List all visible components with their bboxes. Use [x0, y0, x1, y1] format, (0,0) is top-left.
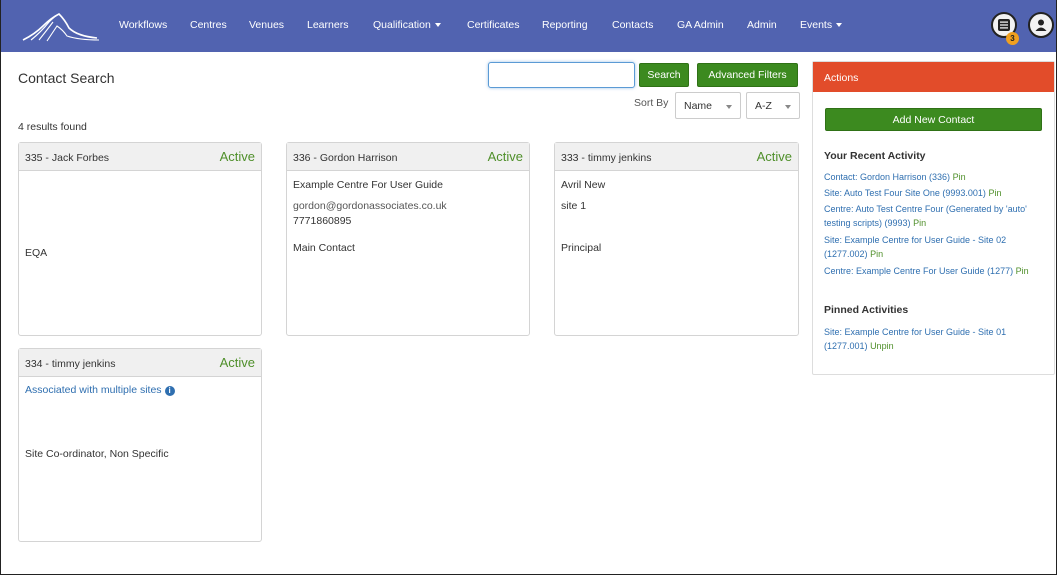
- contact-role: Site Co-ordinator, Non Specific: [25, 448, 169, 460]
- search-input[interactable]: [488, 62, 635, 88]
- user-menu-button[interactable]: [1028, 12, 1054, 38]
- recent-activity-title: Your Recent Activity: [824, 150, 926, 162]
- list-icon: [998, 19, 1010, 31]
- recent-activity-item[interactable]: Centre: Example Centre For User Guide (1…: [824, 265, 1046, 279]
- contact-card[interactable]: 336 - Gordon Harrison Active Example Cen…: [286, 142, 530, 336]
- recent-activity-item[interactable]: Site: Example Centre for User Guide - Si…: [824, 234, 1046, 261]
- contact-centre: Avril New: [561, 179, 606, 191]
- contact-email[interactable]: gordon@gordonassociates.co.uk: [293, 200, 447, 212]
- pin-link[interactable]: Pin: [953, 172, 966, 182]
- nav-certificates[interactable]: Certificates: [467, 19, 520, 31]
- sort-order-value: A-Z: [755, 99, 772, 112]
- card-header: 334 - timmy jenkins Active: [19, 349, 261, 377]
- chevron-down-icon: [726, 105, 732, 109]
- results-count: 4 results found: [18, 121, 87, 133]
- nav-admin[interactable]: Admin: [747, 19, 777, 31]
- user-icon: [1035, 19, 1047, 31]
- contact-name[interactable]: 335 - Jack Forbes: [25, 152, 109, 164]
- contact-site: site 1: [561, 200, 587, 212]
- contact-role: EQA: [25, 247, 48, 259]
- contact-card[interactable]: 333 - timmy jenkins Active Avril New sit…: [554, 142, 799, 336]
- nav-contacts[interactable]: Contacts: [612, 19, 653, 31]
- pinned-activities-title: Pinned Activities: [824, 304, 909, 316]
- nav-reporting[interactable]: Reporting: [542, 19, 588, 31]
- status-badge: Active: [756, 149, 792, 164]
- contact-name[interactable]: 336 - Gordon Harrison: [293, 152, 397, 164]
- pin-link[interactable]: Pin: [1016, 266, 1029, 276]
- contact-name[interactable]: 333 - timmy jenkins: [561, 152, 651, 164]
- page-title: Contact Search: [18, 70, 115, 86]
- card-header: 335 - Jack Forbes Active: [19, 143, 261, 171]
- nav-workflows[interactable]: Workflows: [119, 19, 167, 31]
- activity-text: Site: Auto Test Four Site One (9993.001): [824, 188, 986, 198]
- activity-text: Contact: Gordon Harrison (336): [824, 172, 951, 182]
- pin-link[interactable]: Pin: [913, 218, 926, 228]
- sort-field-value: Name: [684, 99, 713, 112]
- nav-qualification[interactable]: Qualification: [373, 19, 441, 31]
- activity-text: Site: Example Centre for User Guide - Si…: [824, 327, 1007, 351]
- sort-order-select[interactable]: A-Z: [746, 92, 800, 119]
- nav-qualification-label: Qualification: [373, 19, 431, 31]
- caret-down-icon: [836, 23, 843, 28]
- actions-panel: Actions Add New Contact Your Recent Acti…: [812, 61, 1055, 375]
- nav-events[interactable]: Events: [800, 19, 843, 31]
- status-badge: Active: [219, 149, 255, 164]
- sort-by-label: Sort By: [634, 97, 669, 109]
- card-header: 333 - timmy jenkins Active: [555, 143, 798, 171]
- status-badge: Active: [487, 149, 523, 164]
- multiple-sites-link[interactable]: Associated with multiple sites i: [25, 384, 175, 396]
- advanced-filters-button[interactable]: Advanced Filters: [697, 63, 798, 87]
- pin-link[interactable]: Pin: [870, 249, 883, 259]
- nav-events-label: Events: [800, 19, 833, 31]
- activity-text: Centre: Example Centre For User Guide (1…: [824, 266, 1014, 276]
- sort-field-select[interactable]: Name: [675, 92, 741, 119]
- contact-card[interactable]: 334 - timmy jenkins Active Associated wi…: [18, 348, 262, 542]
- multiple-sites-label: Associated with multiple sites: [25, 384, 162, 396]
- nav-ga-admin[interactable]: GA Admin: [677, 19, 724, 31]
- caret-down-icon: [434, 23, 441, 28]
- info-icon[interactable]: i: [164, 386, 175, 396]
- contact-name[interactable]: 334 - timmy jenkins: [25, 358, 115, 370]
- notification-badge: 3: [1006, 32, 1019, 45]
- pin-link[interactable]: Pin: [988, 188, 1001, 198]
- nav-learners[interactable]: Learners: [307, 19, 348, 31]
- contact-centre: Example Centre For User Guide: [293, 179, 443, 191]
- unpin-link[interactable]: Unpin: [870, 341, 894, 351]
- nav-venues[interactable]: Venues: [249, 19, 284, 31]
- contact-role: Principal: [561, 242, 602, 254]
- card-header: 336 - Gordon Harrison Active: [287, 143, 529, 171]
- search-button[interactable]: Search: [639, 63, 689, 87]
- recent-activity-item[interactable]: Centre: Auto Test Centre Four (Generated…: [824, 203, 1046, 230]
- contact-phone: 7771860895: [293, 215, 352, 227]
- add-new-contact-button[interactable]: Add New Contact: [825, 108, 1042, 131]
- actions-header: Actions: [813, 62, 1054, 92]
- mountain-logo-icon[interactable]: [21, 8, 101, 44]
- recent-activity-item[interactable]: Site: Auto Test Four Site One (9993.001)…: [824, 187, 1046, 201]
- pinned-activity-item[interactable]: Site: Example Centre for User Guide - Si…: [824, 326, 1046, 353]
- chevron-down-icon: [785, 105, 791, 109]
- contact-role: Main Contact: [293, 242, 355, 254]
- contact-card[interactable]: 335 - Jack Forbes Active EQA: [18, 142, 262, 336]
- nav-centres[interactable]: Centres: [190, 19, 227, 31]
- top-navbar: Workflows Centres Venues Learners Qualif…: [1, 0, 1056, 52]
- recent-activity-item[interactable]: Contact: Gordon Harrison (336) Pin: [824, 171, 1046, 185]
- activity-text: Site: Example Centre for User Guide - Si…: [824, 235, 1007, 259]
- status-badge: Active: [219, 355, 255, 370]
